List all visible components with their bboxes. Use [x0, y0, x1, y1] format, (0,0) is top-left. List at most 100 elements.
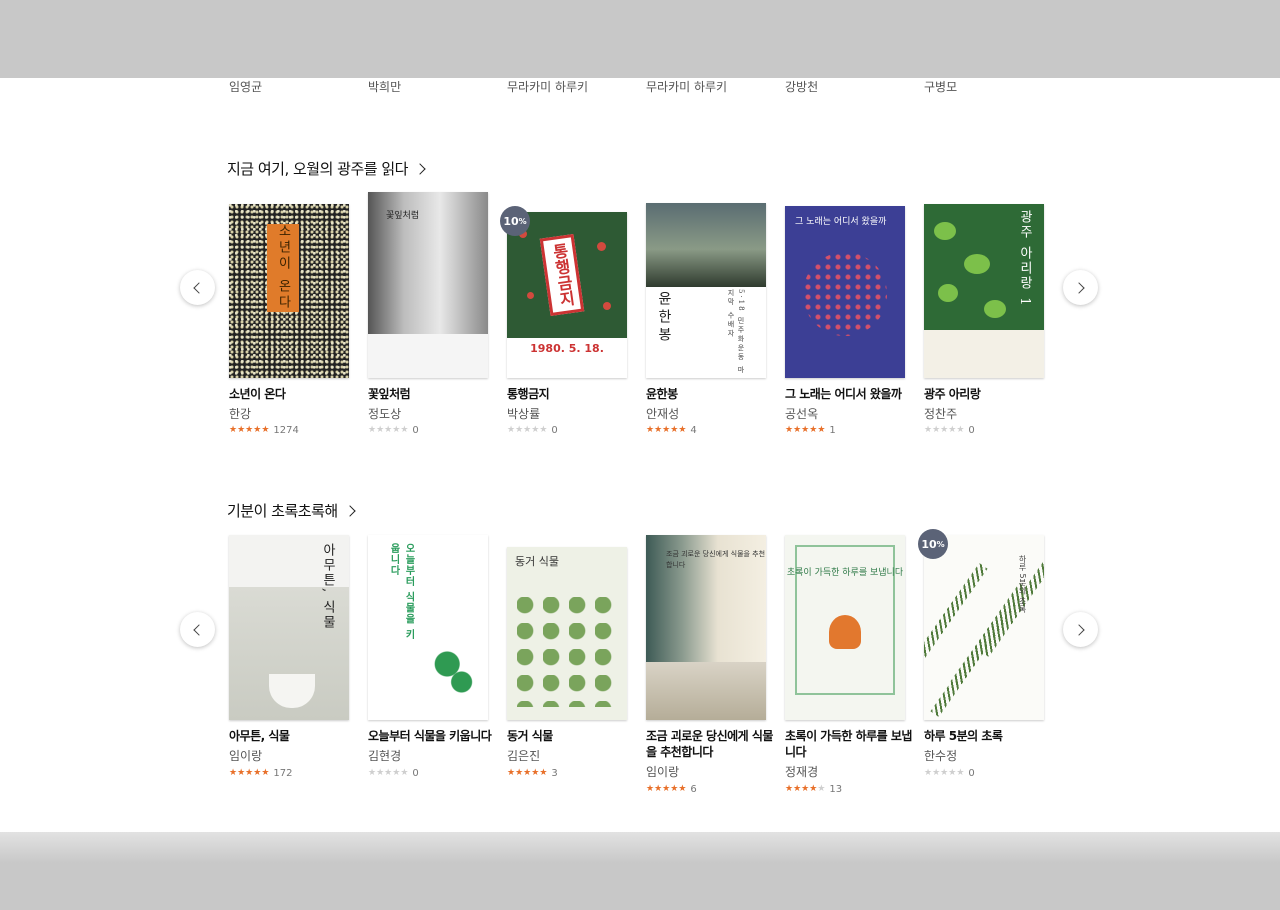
star-icon: ★	[384, 768, 393, 778]
book-title[interactable]: 꽃잎처럼	[368, 386, 498, 402]
carousel-next-button[interactable]	[1063, 612, 1098, 647]
author-label[interactable]: 무라카미 하루키	[507, 78, 588, 95]
book-card[interactable]: 광주 아리랑 1 광주 아리랑 정찬주 ★ ★ ★ ★ ★ 0	[924, 204, 1044, 444]
book-title[interactable]: 광주 아리랑	[924, 386, 1054, 402]
star-icon: ★	[531, 425, 540, 435]
book-rating: ★ ★ ★ ★ ★ 4	[646, 425, 697, 436]
star-icon: ★	[793, 784, 802, 794]
book-author[interactable]: 김현경	[368, 747, 401, 764]
book-author[interactable]: 정찬주	[924, 405, 957, 422]
book-cover[interactable]: 오늘부터 식물을 키웁니다	[368, 535, 488, 720]
book-title[interactable]: 소년이 온다	[229, 386, 359, 402]
carousel-next-button[interactable]	[1063, 270, 1098, 305]
star-icon: ★	[237, 768, 246, 778]
book-card[interactable]: 초록이 가득한 하루를 보냅니다 초록이 가득한 하루를 보냅니다 정재경 ★ ★…	[785, 535, 912, 801]
author-label[interactable]: 무라카미 하루키	[646, 78, 727, 95]
section-title-gwangju[interactable]: 지금 여기, 오월의 광주를 읽다	[227, 158, 426, 179]
book-card[interactable]: 아무튼, 식물 아무튼, 식물 임이랑 ★ ★ ★ ★ ★ 172	[229, 535, 349, 785]
book-title[interactable]: 하루 5분의 초록	[924, 728, 1054, 744]
book-card[interactable]: 그 노래는 어디서 왔을까 그 노래는 어디서 왔을까 공선옥 ★ ★ ★ ★ ★ 1	[785, 206, 905, 444]
rating-count: 0	[412, 425, 419, 436]
book-title[interactable]: 아무튼, 식물	[229, 728, 359, 744]
book-author[interactable]: 한수정	[924, 747, 957, 764]
author-label[interactable]: 강방천	[785, 78, 818, 95]
author-label[interactable]: 박희만	[368, 78, 401, 95]
section-title-text: 지금 여기, 오월의 광주를 읽다	[227, 160, 408, 178]
book-card[interactable]: 오늘부터 식물을 키웁니다 오늘부터 식물을 키웁니다 김현경 ★ ★ ★ ★ ★ 0	[368, 535, 492, 785]
book-title[interactable]: 윤한봉	[646, 386, 776, 402]
bottom-shade	[0, 832, 1280, 910]
cover-art	[803, 252, 887, 336]
book-title[interactable]: 초록이 가득한 하루를 보냅니다	[785, 728, 915, 760]
book-card[interactable]: 꽃잎처럼 꽃잎처럼 정도상 ★ ★ ★ ★ ★ 0	[368, 192, 488, 444]
book-cover[interactable]: 광주 아리랑 1	[924, 204, 1044, 378]
rating-count: 6	[690, 784, 697, 795]
star-icon: ★	[932, 425, 941, 435]
star-icon: ★	[646, 784, 655, 794]
book-rating: ★ ★ ★ ★ ★ 1274	[229, 425, 299, 436]
book-rating: ★ ★ ★ ★ ★ 0	[924, 425, 975, 436]
book-cover[interactable]: 꽃잎처럼	[368, 192, 488, 378]
book-cover[interactable]: 조금 괴로운 당신에게 식물을 추천합니다	[646, 535, 766, 720]
book-cover[interactable]: 통행금지 1980. 5. 18.	[507, 212, 627, 378]
book-title[interactable]: 그 노래는 어디서 왔을까	[785, 386, 915, 402]
star-icon: ★ ★ ★ ★ ★	[507, 426, 547, 435]
book-author[interactable]: 정도상	[368, 405, 401, 422]
rating-count: 3	[551, 768, 558, 779]
book-rating: ★ ★ ★ ★ ★ 0	[507, 425, 558, 436]
star-icon: ★	[400, 768, 409, 778]
carousel-prev-button[interactable]	[180, 270, 215, 305]
rating-count: 0	[412, 768, 419, 779]
star-icon: ★	[817, 784, 826, 794]
book-author[interactable]: 임이랑	[229, 747, 262, 764]
star-icon: ★	[229, 768, 238, 778]
cover-photo	[646, 203, 766, 287]
book-card[interactable]: 윤한봉 5·18 민주화운동 마지막 수배자 윤한봉 안재성 ★ ★ ★ ★ ★ 4	[646, 203, 766, 444]
book-cover[interactable]: 초록이 가득한 하루를 보냅니다	[785, 535, 905, 720]
book-cover[interactable]: 동거 식물	[507, 547, 627, 720]
carousel-prev-button[interactable]	[180, 612, 215, 647]
book-card[interactable]: 소년이 온다 소년이 온다 한강 ★ ★ ★ ★ ★ 1274	[229, 204, 349, 444]
cover-art	[428, 640, 476, 700]
book-title[interactable]: 통행금지	[507, 386, 637, 402]
book-author[interactable]: 박상률	[507, 405, 540, 422]
star-icon: ★	[662, 784, 671, 794]
book-card[interactable]: 조금 괴로운 당신에게 식물을 추천합니다 조금 괴로운 당신에게 식물을 추천…	[646, 535, 773, 801]
book-author[interactable]: 공선옥	[785, 405, 818, 422]
star-icon: ★ ★ ★ ★ ★	[229, 426, 269, 435]
book-cover[interactable]: 윤한봉 5·18 민주화운동 마지막 수배자	[646, 203, 766, 378]
book-card[interactable]: 10% 통행금지 1980. 5. 18. 통행금지 박상률 ★ ★ ★ ★ ★ 0	[500, 206, 627, 444]
book-card[interactable]: 동거 식물 동거 식물 김은진 ★ ★ ★ ★ ★ 3	[507, 547, 627, 785]
book-cover[interactable]: 그 노래는 어디서 왔을까	[785, 206, 905, 378]
book-author[interactable]: 안재성	[646, 405, 679, 422]
book-rating: ★ ★ ★ ★ ★ 3	[507, 768, 558, 779]
star-icon: ★	[261, 768, 270, 778]
book-title[interactable]: 조금 괴로운 당신에게 식물을 추천합니다	[646, 728, 776, 760]
cover-title: 윤한봉	[656, 291, 672, 345]
book-author[interactable]: 정재경	[785, 763, 818, 780]
star-icon: ★ ★ ★ ★ ★	[785, 785, 825, 794]
star-icon: ★	[253, 425, 262, 435]
star-icon: ★	[948, 768, 957, 778]
star-icon: ★ ★ ★ ★ ★	[646, 785, 686, 794]
book-cover[interactable]: 하루 5분의 초록	[924, 535, 1044, 720]
book-cover[interactable]: 아무튼, 식물	[229, 535, 349, 720]
star-icon: ★	[940, 425, 949, 435]
book-author[interactable]: 김은진	[507, 747, 540, 764]
cover-band	[924, 330, 1044, 378]
book-title[interactable]: 오늘부터 식물을 키웁니다	[368, 728, 498, 744]
section-title-green[interactable]: 기분이 초록초록해	[227, 500, 356, 521]
star-icon: ★	[662, 425, 671, 435]
star-icon: ★	[376, 768, 385, 778]
author-label[interactable]: 구병모	[924, 78, 957, 95]
author-label[interactable]: 임영균	[229, 78, 262, 95]
rating-count: 0	[551, 425, 558, 436]
book-card[interactable]: 10% 하루 5분의 초록 하루 5분의 초록 한수정 ★ ★ ★ ★ ★ 0	[918, 529, 1044, 785]
star-icon: ★	[956, 425, 965, 435]
book-cover[interactable]: 소년이 온다	[229, 204, 349, 378]
book-author[interactable]: 한강	[229, 405, 251, 422]
star-icon: ★ ★ ★ ★ ★	[507, 769, 547, 778]
chevron-right-icon	[414, 162, 426, 175]
book-title[interactable]: 동거 식물	[507, 728, 637, 744]
book-author[interactable]: 임이랑	[646, 763, 679, 780]
